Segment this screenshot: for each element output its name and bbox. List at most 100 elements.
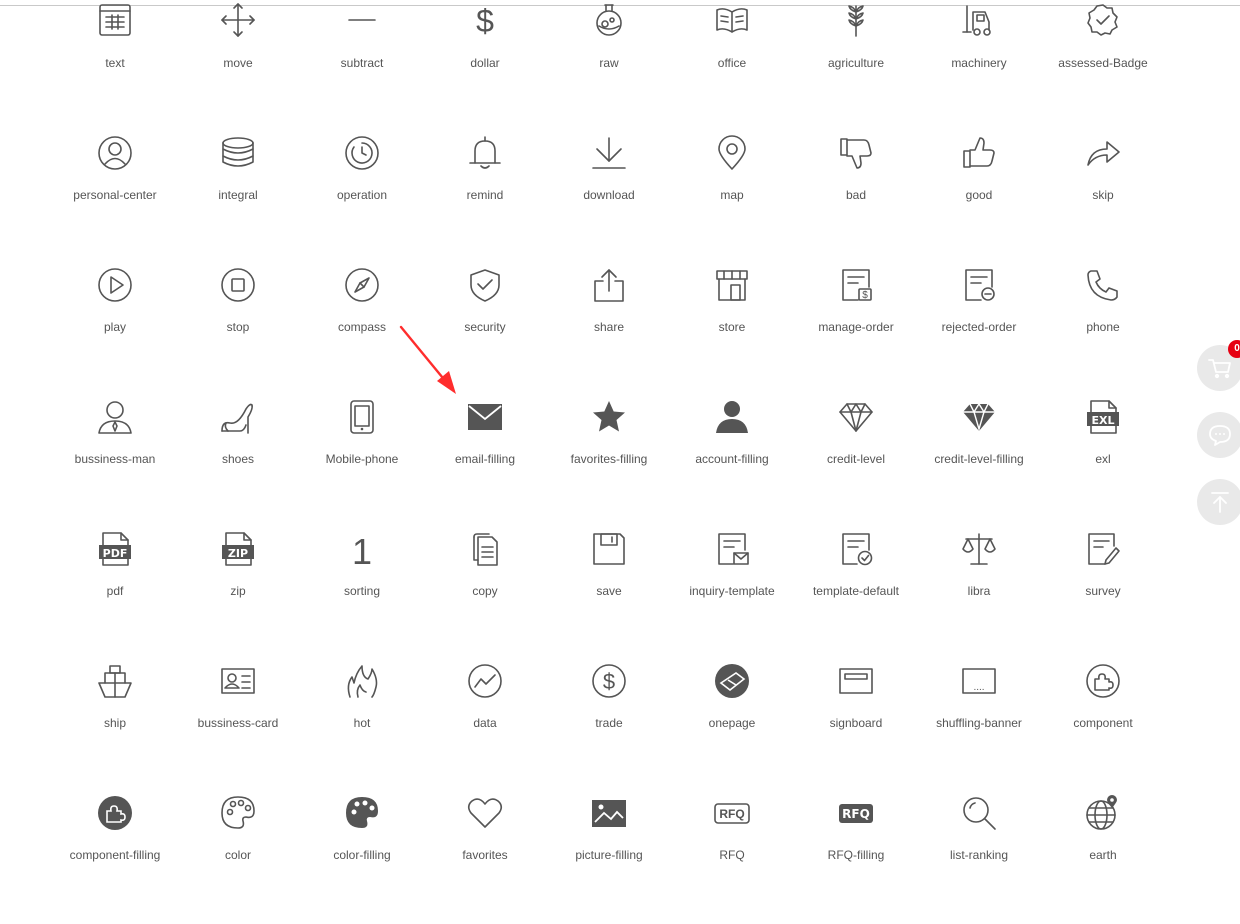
icon-label: bad: [845, 188, 867, 202]
icon-cell-list-ranking[interactable]: list-ranking: [917, 792, 1041, 924]
icon-cell-operation[interactable]: operation: [300, 132, 424, 264]
icon-cell-inquiry-template[interactable]: inquiry-template: [670, 528, 794, 660]
icon-cell-map[interactable]: map: [670, 132, 794, 264]
order-minus-icon: [961, 267, 997, 303]
icon-cell-compass[interactable]: compass: [300, 264, 424, 396]
compass-icon: [344, 267, 380, 303]
icon-cell-rejected-order[interactable]: rejected-order: [917, 264, 1041, 396]
svg-text:1: 1: [352, 531, 372, 567]
icon-cell-shoes[interactable]: shoes: [176, 396, 300, 528]
icon-cell-credit-level[interactable]: credit-level: [794, 396, 918, 528]
icon-cell-picture-filling[interactable]: picture-filling: [547, 792, 671, 924]
icon-label: picture-filling: [575, 848, 643, 862]
icon-cell-ship[interactable]: ship: [53, 660, 177, 792]
icon-label: save: [596, 584, 622, 598]
icon-cell-component[interactable]: component: [1041, 660, 1165, 792]
icon-label: share: [593, 320, 625, 334]
icon-cell-account-filling[interactable]: account-filling: [670, 396, 794, 528]
icon-cell-pdf[interactable]: PDF pdf: [53, 528, 177, 660]
icon-cell-signboard[interactable]: signboard: [794, 660, 918, 792]
pdf-file-icon: PDF: [97, 531, 133, 567]
svg-text:PDF: PDF: [103, 547, 128, 560]
svg-text:....: ....: [973, 682, 984, 693]
icon-cell-store[interactable]: store: [670, 264, 794, 396]
icon-cell-raw[interactable]: raw: [547, 0, 671, 132]
icon-cell-dollar[interactable]: $ dollar: [423, 0, 547, 132]
forward-arrow-icon: [1085, 135, 1121, 171]
number-one-icon: 1: [344, 531, 380, 567]
businessman-icon: [97, 399, 133, 435]
icon-cell-credit-level-filling[interactable]: credit-level-filling: [917, 396, 1041, 528]
icon-cell-stop[interactable]: stop: [176, 264, 300, 396]
icon-cell-mobile-phone[interactable]: Mobile-phone: [300, 396, 424, 528]
icon-cell-rfq-filling[interactable]: RFQ RFQ-filling: [794, 792, 918, 924]
high-heel-icon: [220, 399, 256, 435]
puzzle-circle-icon: [1085, 663, 1121, 699]
play-icon: [97, 267, 133, 303]
icon-cell-machinery[interactable]: machinery: [917, 0, 1041, 132]
icon-label: data: [473, 716, 497, 730]
chat-button[interactable]: [1197, 412, 1240, 458]
icon-label: RFQ: [719, 848, 745, 862]
icon-cell-good[interactable]: good: [917, 132, 1041, 264]
icon-cell-sorting[interactable]: 1 sorting: [300, 528, 424, 660]
thumbs-up-icon: [961, 135, 997, 171]
icon-cell-security[interactable]: security: [423, 264, 547, 396]
icon-cell-component-filling[interactable]: component-filling: [53, 792, 177, 924]
icon-label: dollar: [470, 56, 500, 70]
icon-label: subtract: [340, 56, 384, 70]
icon-cell-save[interactable]: save: [547, 528, 671, 660]
icon-cell-trade[interactable]: $ trade: [547, 660, 671, 792]
icon-label: agriculture: [827, 56, 885, 70]
icon-cell-survey[interactable]: survey: [1041, 528, 1165, 660]
icon-cell-personal-center[interactable]: personal-center: [53, 132, 177, 264]
icon-cell-subtract[interactable]: subtract: [300, 0, 424, 132]
icon-cell-agriculture[interactable]: agriculture: [794, 0, 918, 132]
icon-cell-bussiness-man[interactable]: bussiness-man: [53, 396, 177, 528]
svg-text:EXL: EXL: [1091, 414, 1114, 427]
icon-cell-copy[interactable]: copy: [423, 528, 547, 660]
icon-cell-onepage[interactable]: onepage: [670, 660, 794, 792]
icon-cell-remind[interactable]: remind: [423, 132, 547, 264]
icon-label: earth: [1089, 848, 1117, 862]
icon-cell-bussiness-card[interactable]: bussiness-card: [176, 660, 300, 792]
icon-cell-exl[interactable]: EXL exl: [1041, 396, 1165, 528]
icon-cell-email-filling[interactable]: email-filling: [423, 396, 547, 528]
icon-cell-earth[interactable]: earth: [1041, 792, 1165, 924]
icon-cell-data[interactable]: data: [423, 660, 547, 792]
icon-cell-hot[interactable]: hot: [300, 660, 424, 792]
icon-cell-phone[interactable]: phone: [1041, 264, 1165, 396]
icon-cell-text[interactable]: text: [53, 0, 177, 132]
icon-cell-zip[interactable]: ZIP zip: [176, 528, 300, 660]
icon-cell-template-default[interactable]: template-default: [794, 528, 918, 660]
icon-cell-integral[interactable]: integral: [176, 132, 300, 264]
icon-cell-rfq[interactable]: RFQ RFQ: [670, 792, 794, 924]
icon-cell-share[interactable]: share: [547, 264, 671, 396]
cart-icon: [1208, 359, 1231, 379]
icon-cell-color-filling[interactable]: color-filling: [300, 792, 424, 924]
icon-cell-office[interactable]: office: [670, 0, 794, 132]
icon-cell-assessed-badge[interactable]: assessed-Badge: [1041, 0, 1165, 132]
icon-cell-libra[interactable]: libra: [917, 528, 1041, 660]
icon-cell-move[interactable]: move: [176, 0, 300, 132]
icon-label: component-filling: [69, 848, 161, 862]
icon-cell-color[interactable]: color: [176, 792, 300, 924]
icon-cell-favorites[interactable]: favorites: [423, 792, 547, 924]
icon-label: personal-center: [73, 188, 157, 202]
icon-grid: text move subtract $ dollar raw office a…: [0, 0, 1240, 862]
zip-file-icon: ZIP: [220, 531, 256, 567]
icon-cell-play[interactable]: play: [53, 264, 177, 396]
icon-label: ship: [103, 716, 126, 730]
text-icon: [97, 2, 133, 38]
icon-cell-manage-order[interactable]: $ manage-order: [794, 264, 918, 396]
icon-label: sorting: [343, 584, 381, 598]
template-mail-icon: [714, 531, 750, 567]
icon-cell-bad[interactable]: bad: [794, 132, 918, 264]
icon-cell-shuffling-banner[interactable]: .... shuffling-banner: [917, 660, 1041, 792]
svg-text:ZIP: ZIP: [228, 547, 248, 560]
palette-filled-icon: [344, 795, 380, 831]
icon-cell-download[interactable]: download: [547, 132, 671, 264]
icon-cell-favorites-filling[interactable]: favorites-filling: [547, 396, 671, 528]
icon-cell-skip[interactable]: skip: [1041, 132, 1165, 264]
back-to-top-button[interactable]: [1197, 479, 1240, 525]
